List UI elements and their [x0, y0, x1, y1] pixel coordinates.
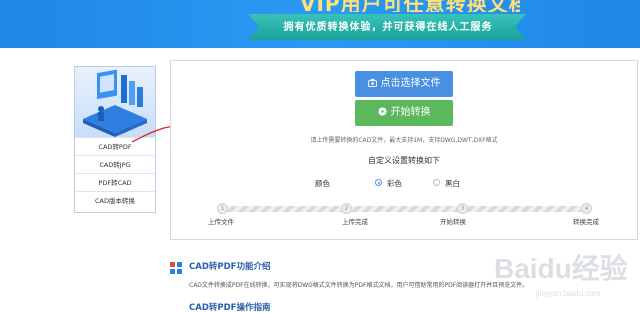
- step-dot-2: 2: [341, 203, 352, 214]
- step-label-2: 上传完成: [342, 218, 368, 226]
- vip-banner[interactable]: VIP用户可任意转换文档 拥有优质转换体验，并可获得在线人工服务: [0, 0, 640, 48]
- start-convert-button[interactable]: 开始转换: [355, 100, 453, 126]
- intro-title: CAD转PDF功能介绍: [189, 262, 271, 272]
- start-convert-label: 开始转换: [390, 107, 431, 118]
- baidu-watermark: Baidu经验 jingyan.baidu.com: [490, 246, 630, 302]
- watermark-sub: jingyan.baidu.com: [535, 289, 601, 298]
- step-dot-4: 4: [581, 203, 592, 214]
- menu-item-pdf-to-cad[interactable]: PDF转CAD: [75, 173, 155, 192]
- grid-icon: [170, 262, 182, 274]
- play-icon: [377, 107, 387, 116]
- converter-panel: 点击选择文件 开始转换 请上传需要转换的CAD文件，最大支持1M，支持DWG,D…: [170, 60, 638, 240]
- upload-hint: 请上传需要转换的CAD文件，最大支持1M，支持DWG,DWT,DXF格式: [310, 137, 498, 144]
- banner-subtitle: 拥有优质转换体验，并可获得在线人工服务: [283, 22, 493, 33]
- select-file-button[interactable]: 点击选择文件: [355, 71, 453, 97]
- custom-settings-title: 自定义设置转换如下: [368, 156, 440, 165]
- radio-color-label[interactable]: 彩色: [387, 178, 402, 189]
- select-file-label: 点击选择文件: [380, 78, 441, 89]
- radio-color[interactable]: [375, 179, 382, 186]
- step-label-4: 转换完成: [573, 218, 599, 226]
- radio-bw[interactable]: [433, 179, 440, 186]
- menu-item-cad-version[interactable]: CAD版本转换: [75, 191, 155, 210]
- menu-item-cad-to-jpg[interactable]: CAD转JPG: [75, 155, 155, 174]
- step-label-1: 上传文件: [208, 218, 234, 226]
- step-dot-1: 1: [217, 203, 228, 214]
- step-dot-3: 3: [457, 203, 468, 214]
- guide-title: CAD转PDF操作指南: [189, 303, 271, 313]
- color-option-row: 颜色 彩色 黑白: [315, 178, 515, 190]
- banner-title: VIP用户可任意转换文档: [300, 0, 520, 12]
- radio-bw-label[interactable]: 黑白: [445, 178, 460, 189]
- watermark-text: Baidu经验: [494, 252, 628, 284]
- progress-track: [221, 206, 587, 212]
- upload-icon: [367, 78, 377, 87]
- step-label-3: 开始转换: [440, 218, 466, 226]
- color-label: 颜色: [315, 179, 330, 188]
